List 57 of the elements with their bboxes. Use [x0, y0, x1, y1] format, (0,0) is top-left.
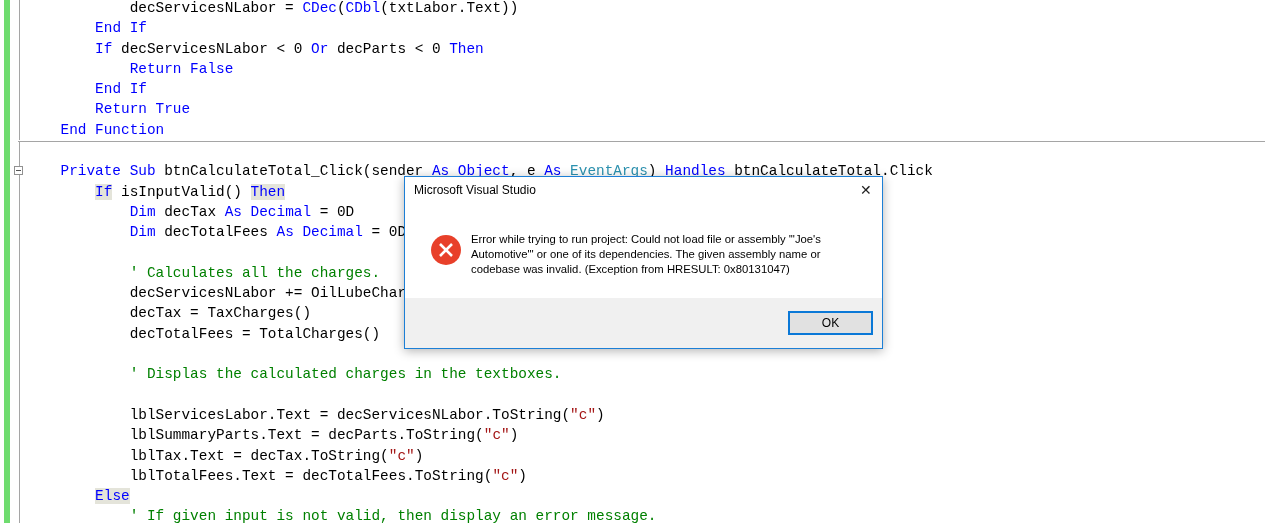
code-keyword: As Decimal — [276, 224, 363, 241]
code-keyword: As Object — [431, 163, 510, 180]
code-keyword: Private Sub — [60, 163, 156, 180]
code-string: "c" — [388, 447, 415, 464]
collapse-icon[interactable] — [14, 166, 23, 176]
code-keyword: Else — [95, 488, 130, 505]
code-text: decTax = TaxCharges() — [129, 305, 312, 322]
code-string: "c" — [570, 406, 597, 423]
code-keyword: CDec — [302, 0, 337, 16]
code-string: "c" — [483, 427, 510, 444]
code-keyword: Return True — [95, 101, 191, 118]
code-keyword: Handles — [665, 163, 726, 180]
code-keyword: Then — [449, 40, 484, 57]
error-icon — [431, 235, 461, 265]
ok-button[interactable]: OK — [788, 311, 873, 335]
code-text: btnCalculateTotal.Click — [733, 163, 933, 180]
code-text: isInputValid() — [120, 183, 243, 200]
code-text: decServicesNLabor = — [129, 0, 295, 16]
code-text: decTotalFees — [163, 224, 269, 241]
code-text: decTax — [163, 203, 218, 220]
code-text: lblSummaryParts.Text = decParts.ToString( — [129, 427, 484, 444]
close-button[interactable]: ✕ — [856, 182, 876, 198]
code-text: ) — [596, 406, 605, 423]
code-text: (txtLabor.Text)) — [380, 0, 519, 16]
code-keyword: End If — [95, 81, 147, 98]
code-keyword: Dim — [129, 203, 156, 220]
code-text: ) — [518, 467, 527, 484]
code-text: lblTax.Text = decTax.ToString( — [129, 447, 389, 464]
code-comment: ' Calculates all the charges. — [129, 264, 381, 281]
code-string: "c" — [492, 467, 519, 484]
code-text: decServicesNLabor < 0 — [120, 40, 304, 57]
code-text: decParts < 0 — [335, 40, 442, 57]
code-text: lblTotalFees.Text = decTotalFees.ToString( — [129, 467, 493, 484]
code-text: lblServicesLabor.Text = decServicesNLabor.ToString( — [129, 406, 571, 423]
code-text: ) — [414, 447, 424, 464]
code-keyword: Or — [311, 40, 329, 57]
code-keyword: End Function — [60, 121, 165, 138]
code-text: btnCalculateTotal_Click(sender — [163, 163, 425, 180]
code-keyword: If — [95, 183, 113, 200]
code-type: EventArgs — [569, 163, 648, 180]
code-keyword: As — [544, 163, 562, 180]
code-keyword: Then — [250, 183, 286, 200]
code-comment: ' If given input is not valid, then display an error message. — [129, 508, 657, 523]
code-keyword: End If — [95, 20, 147, 37]
code-keyword: CDbl — [345, 0, 381, 16]
code-text: ( — [336, 0, 346, 16]
code-text: ) — [509, 427, 519, 444]
code-comment: ' Displas the calculated charges in the textboxes. — [129, 366, 562, 383]
error-message: Error while trying to run project: Could not load file or assembly '"Joe's Automotive"' or one of its dependencies. The given assembly name or codebase was invalid. (Exception from HRESULT: 0x80131047) — [471, 232, 822, 277]
code-text: decTotalFees = TotalCharges() — [129, 325, 381, 342]
code-text: = 0D — [318, 203, 355, 220]
dialog-title: Microsoft Visual Studio — [414, 183, 536, 197]
code-keyword: Dim — [129, 224, 156, 241]
code-text: decServicesNLabor += OilLubeChar — [129, 285, 407, 302]
code-keyword: If — [95, 40, 113, 57]
code-keyword: Return False — [129, 60, 234, 77]
code-keyword: As Decimal — [224, 203, 312, 220]
